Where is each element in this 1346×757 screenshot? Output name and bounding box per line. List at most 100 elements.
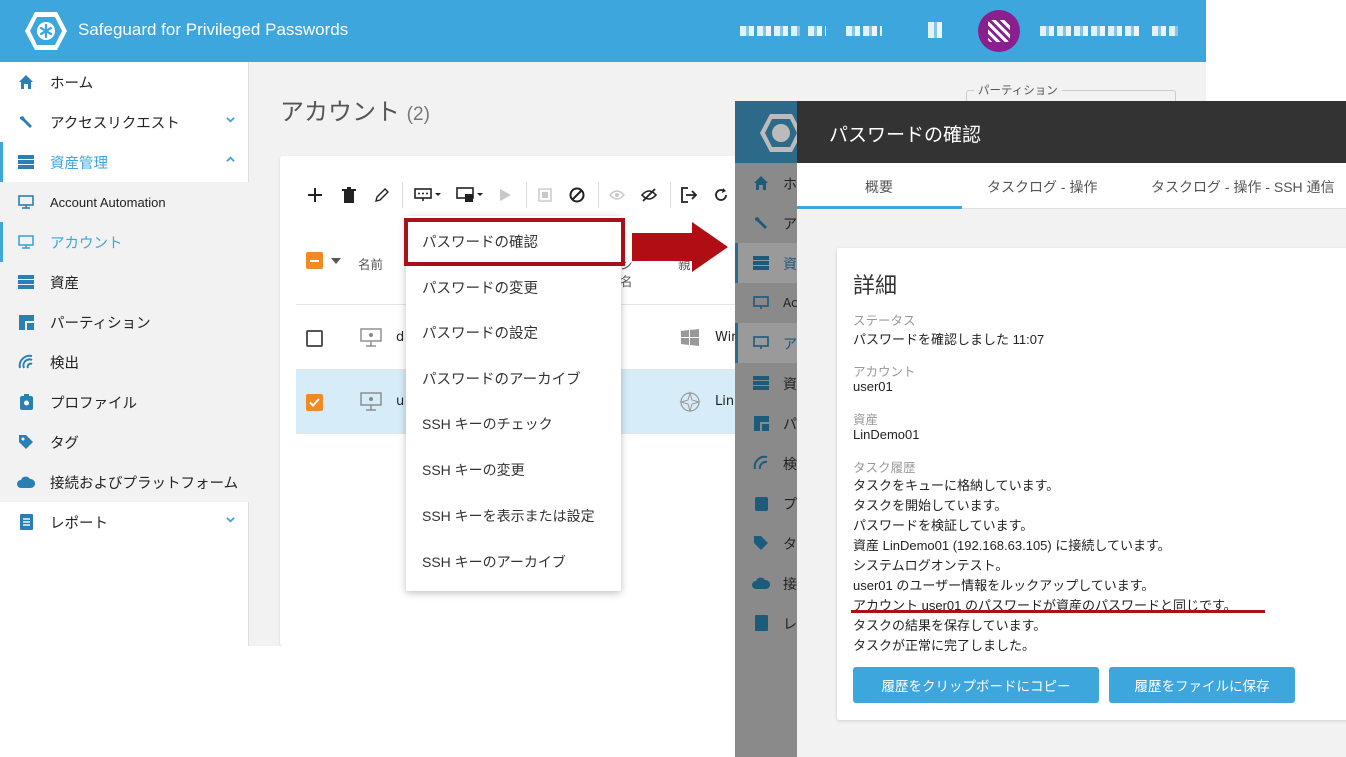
exit-icon[interactable] bbox=[680, 186, 698, 204]
wrench-icon bbox=[17, 113, 35, 131]
dimmed-label: 資 bbox=[783, 377, 797, 393]
red-underline bbox=[851, 610, 1265, 613]
sidebar-item-connections-platforms[interactable]: 接続およびプラットフォーム bbox=[0, 462, 249, 502]
linux-icon bbox=[679, 391, 701, 413]
blurred-icon bbox=[928, 22, 944, 38]
app-title: Safeguard for Privileged Passwords bbox=[78, 20, 349, 39]
sidebar-item-home[interactable]: ホーム bbox=[0, 62, 249, 102]
menu-item-set-password[interactable]: パスワードの設定 bbox=[406, 309, 621, 355]
task-history-label: タスク履歴 bbox=[853, 461, 916, 475]
tab-task-log-ssh[interactable]: タスクログ - 操作 - SSH 通信 bbox=[1151, 177, 1335, 197]
sidebar-item-partitions[interactable]: パーティション bbox=[0, 302, 249, 342]
page-title: アカウント (2) bbox=[280, 99, 430, 126]
sidebar-item-accounts[interactable]: アカウント bbox=[0, 222, 249, 262]
menu-item-check-ssh-key[interactable]: SSH キーのチェック bbox=[406, 401, 621, 447]
sidebar-item-discovery[interactable]: 検出 bbox=[0, 342, 249, 382]
cloud-icon bbox=[752, 574, 770, 592]
sidebar-item-label: アカウント bbox=[50, 235, 123, 252]
monitor-icon bbox=[360, 392, 382, 411]
partition-icon bbox=[17, 313, 35, 331]
server-icon bbox=[752, 374, 770, 392]
sidebar-item-profiles[interactable]: プロファイル bbox=[0, 382, 249, 422]
sidebar-item-assets[interactable]: 資産 bbox=[0, 262, 249, 302]
history-line: user01 のユーザー情報をルックアップしています。 bbox=[853, 578, 1155, 593]
account-label: アカウント bbox=[853, 365, 916, 379]
dialog-tabs: 概要 タスクログ - 操作 タスクログ - 操作 - SSH 通信 bbox=[797, 163, 1346, 209]
play-icon bbox=[496, 186, 514, 204]
history-line: タスクを開始しています。 bbox=[853, 498, 1008, 513]
menu-item-change-ssh-key[interactable]: SSH キーの変更 bbox=[406, 447, 621, 493]
menu-item-archive-password[interactable]: パスワードのアーカイブ bbox=[406, 355, 621, 401]
history-line: 資産 LinDemo01 (192.168.63.105) に接続しています。 bbox=[853, 538, 1171, 553]
sidebar-item-tags[interactable]: タグ bbox=[0, 422, 249, 462]
blurred-text bbox=[846, 26, 882, 36]
monitor-icon bbox=[17, 193, 35, 211]
select-all-checkbox[interactable] bbox=[306, 252, 323, 269]
profile-icon bbox=[17, 393, 35, 411]
sidebar-item-access-request[interactable]: アクセスリクエスト bbox=[0, 102, 249, 142]
session-menu-icon[interactable] bbox=[456, 186, 484, 204]
password-menu-icon[interactable] bbox=[414, 186, 442, 204]
sidebar-item-label: 資産 bbox=[50, 275, 79, 292]
home-icon bbox=[17, 73, 35, 91]
history-line: パスワードを検証しています。 bbox=[853, 518, 1034, 533]
server-icon bbox=[17, 153, 35, 171]
highlight-box bbox=[404, 218, 625, 266]
dialog-title: パスワードの確認 bbox=[829, 125, 982, 146]
delete-icon[interactable] bbox=[340, 186, 358, 204]
blurred-text bbox=[740, 26, 800, 36]
chevron-down-icon[interactable] bbox=[226, 115, 235, 124]
sidebar: ホーム アクセスリクエスト 資産管理 Account Automation アカ… bbox=[0, 62, 249, 646]
red-arrow-icon bbox=[632, 222, 728, 272]
home-icon bbox=[752, 174, 770, 192]
report-icon bbox=[17, 513, 35, 531]
account-name[interactable]: d bbox=[396, 330, 404, 345]
column-header-partial: 名 bbox=[620, 274, 633, 289]
dialog-header: パスワードの確認 bbox=[797, 101, 1346, 163]
chevron-down-icon[interactable] bbox=[226, 515, 235, 524]
sidebar-item-label: 接続およびプラットフォーム bbox=[50, 475, 239, 492]
sidebar-item-label: タグ bbox=[50, 435, 79, 452]
copy-history-button[interactable]: 履歴をクリップボードにコピー bbox=[853, 667, 1099, 703]
account-name[interactable]: u bbox=[396, 394, 404, 409]
history-line: システムログオンテスト。 bbox=[853, 558, 1009, 573]
row-checkbox-checked[interactable] bbox=[306, 394, 323, 411]
stop-icon bbox=[536, 186, 554, 204]
sidebar-item-reports[interactable]: レポート bbox=[0, 502, 249, 542]
sidebar-item-label: プロファイル bbox=[50, 395, 137, 412]
block-icon[interactable] bbox=[568, 186, 586, 204]
dimmed-label: プ bbox=[783, 497, 797, 513]
menu-item-change-password[interactable]: パスワードの変更 bbox=[406, 264, 621, 310]
edit-icon[interactable] bbox=[373, 186, 391, 204]
tab-task-log[interactable]: タスクログ - 操作 bbox=[987, 177, 1097, 197]
discovery-icon bbox=[17, 353, 35, 371]
dialog-window: ホ ア 資 Ac ア 資 パ 検 プ タ 接 レ パスワードの確認 概要 タスク… bbox=[735, 101, 1346, 757]
dimmed-label: 接 bbox=[783, 577, 797, 593]
server-icon bbox=[17, 273, 35, 291]
monitor-icon bbox=[17, 233, 35, 251]
tab-summary[interactable]: 概要 bbox=[865, 177, 893, 197]
asset-label: 資産 bbox=[853, 413, 879, 427]
column-header-name[interactable]: 名前 bbox=[358, 254, 383, 273]
blurred-username bbox=[1040, 26, 1140, 36]
sidebar-item-account-automation[interactable]: Account Automation bbox=[0, 182, 249, 222]
sidebar-item-label: レポート bbox=[50, 515, 108, 532]
chevron-up-icon[interactable] bbox=[226, 155, 235, 164]
select-dropdown-icon[interactable] bbox=[331, 258, 341, 264]
sidebar-item-asset-management[interactable]: 資産管理 bbox=[0, 142, 249, 182]
dimmed-label: ア bbox=[783, 217, 797, 233]
refresh-icon[interactable] bbox=[712, 186, 730, 204]
eye-off-icon[interactable] bbox=[640, 186, 658, 204]
avatar[interactable] bbox=[978, 10, 1020, 52]
menu-item-show-set-ssh-key[interactable]: SSH キーを表示または設定 bbox=[406, 493, 621, 539]
row-checkbox[interactable] bbox=[306, 330, 323, 347]
monitor-icon bbox=[360, 328, 382, 347]
safeguard-logo-icon bbox=[25, 12, 67, 50]
sidebar-item-label: Account Automation bbox=[50, 194, 166, 210]
save-history-button[interactable]: 履歴をファイルに保存 bbox=[1109, 667, 1295, 703]
history-line: タスクをキューに格納しています。 bbox=[853, 478, 1060, 493]
menu-item-archive-ssh-key[interactable]: SSH キーのアーカイブ bbox=[406, 539, 621, 585]
add-icon[interactable] bbox=[306, 186, 324, 204]
dimmed-label: 検 bbox=[783, 457, 797, 473]
windows-icon bbox=[681, 329, 699, 346]
